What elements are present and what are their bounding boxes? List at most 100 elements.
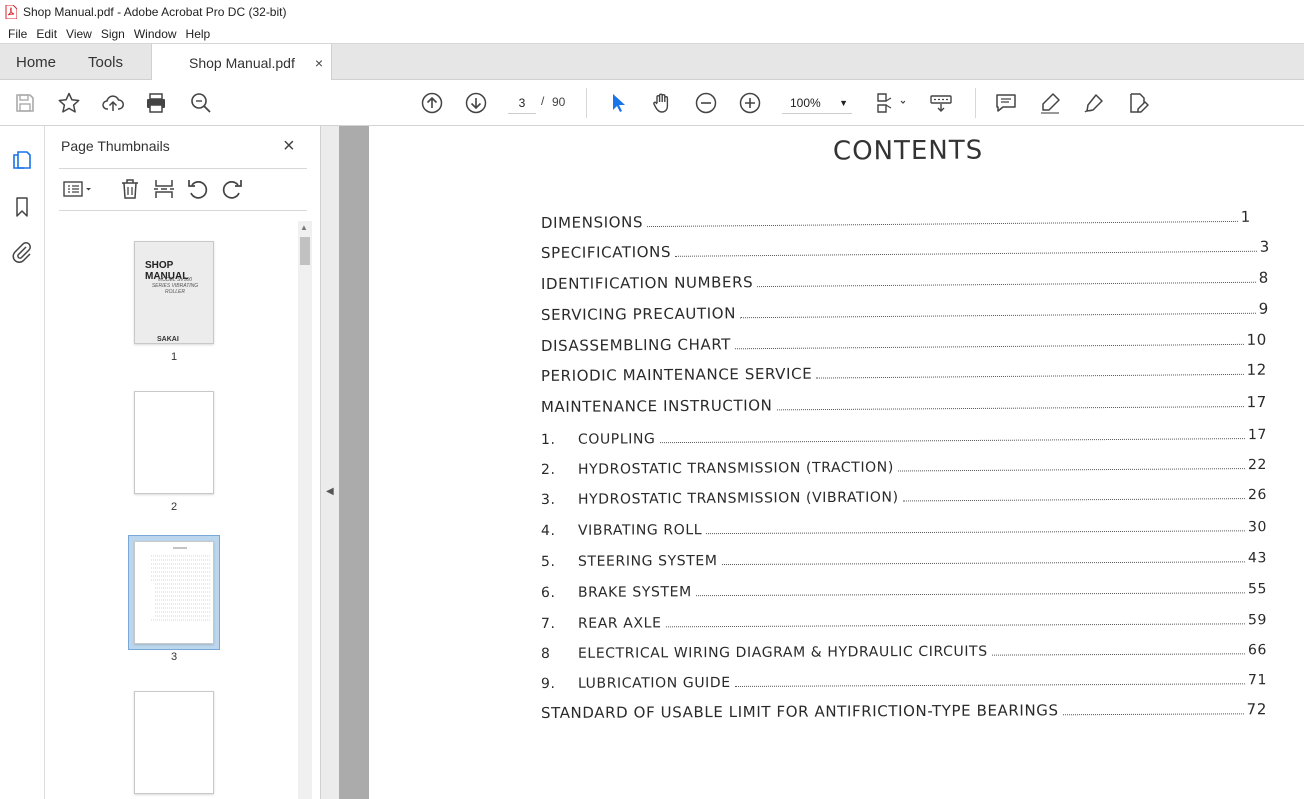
toc-entry: 4. VIBRATING ROLL 30 bbox=[541, 515, 1267, 539]
save-button[interactable] bbox=[12, 90, 38, 116]
thumbnail-options-button[interactable] bbox=[59, 176, 95, 202]
scroll-up-arrow-icon[interactable]: ▲ bbox=[300, 223, 308, 232]
thumbnail-cover-subtitle: MODEL SV500 SERIES VIBRATING ROLLER bbox=[151, 277, 199, 295]
toc-leader bbox=[721, 561, 1245, 566]
menu-file[interactable]: File bbox=[8, 27, 27, 41]
highlighter-pen-icon bbox=[1041, 93, 1060, 114]
toc-leader bbox=[776, 406, 1244, 411]
select-tool-button[interactable] bbox=[605, 90, 631, 116]
current-page-input[interactable]: 3 bbox=[508, 92, 536, 114]
toc-page: 30 bbox=[1247, 519, 1267, 536]
toc-entry: 5. STEERING SYSTEM 43 bbox=[541, 546, 1267, 570]
toc-number: 1. bbox=[540, 431, 556, 448]
acrobat-pdf-icon bbox=[5, 5, 17, 19]
toc-page: 12 bbox=[1246, 360, 1267, 379]
page-split-icon bbox=[154, 180, 174, 198]
toc-page: 17 bbox=[1246, 392, 1267, 412]
toc-text: SPECIFICATIONS bbox=[540, 242, 672, 262]
menu-help[interactable]: Help bbox=[186, 27, 211, 41]
thumbnail-page-3-preview bbox=[151, 547, 211, 621]
thumbnail-page-4[interactable] bbox=[134, 691, 214, 794]
attachments-button[interactable] bbox=[9, 239, 35, 265]
pages-icon bbox=[13, 151, 31, 169]
extract-pages-button[interactable] bbox=[151, 176, 177, 202]
menu-window[interactable]: Window bbox=[134, 27, 177, 41]
menu-edit[interactable]: Edit bbox=[36, 27, 57, 41]
toc-page: 72 bbox=[1246, 700, 1267, 719]
cloud-upload-icon bbox=[102, 95, 124, 111]
thumbnail-page-1[interactable]: SHOP MANUAL MODEL SV500 SERIES VIBRATING… bbox=[134, 241, 214, 344]
tab-tools[interactable]: Tools bbox=[88, 44, 123, 80]
toc-entry: 7. REAR AXLE 59 bbox=[541, 608, 1267, 632]
hand-tool-button[interactable] bbox=[649, 90, 675, 116]
toc-text: SERVICING PRECAUTION bbox=[540, 304, 737, 324]
previous-page-button[interactable] bbox=[419, 90, 445, 116]
thumbnail-cover-brand: SAKAI bbox=[157, 336, 179, 343]
toc-page: 55 bbox=[1247, 581, 1267, 598]
toc-entry: DISASSEMBLING CHART 10 bbox=[541, 329, 1267, 355]
cursor-arrow-icon bbox=[613, 94, 625, 112]
rotate-counterclockwise-button[interactable] bbox=[185, 176, 211, 202]
list-options-icon bbox=[63, 181, 91, 197]
pdf-page: CONTENTS DIMENSIONS 1 SPECIFICATIONS 3 IDE… bbox=[369, 126, 1304, 799]
plus-circle-icon bbox=[739, 92, 761, 114]
bookmarks-button[interactable] bbox=[9, 194, 35, 220]
menu-bar: File Edit View Sign Window Help bbox=[0, 24, 1304, 43]
toc-entry: STANDARD OF USABLE LIMIT FOR ANTIFRICTIO… bbox=[541, 698, 1267, 722]
toc-number: 3. bbox=[540, 491, 556, 508]
fill-sign-button[interactable] bbox=[1125, 90, 1151, 116]
highlight-button[interactable] bbox=[1037, 90, 1063, 116]
thumbnail-page-3[interactable] bbox=[134, 541, 214, 644]
toc-text: DIMENSIONS bbox=[540, 213, 644, 232]
panel-close-button[interactable]: × bbox=[283, 135, 295, 158]
page-thumbnails-panel: Page Thumbnails × SHOP MANUAL MODEL SV50… bbox=[45, 126, 321, 799]
zoom-in-button[interactable] bbox=[737, 90, 763, 116]
toolbar-divider-2 bbox=[975, 88, 976, 118]
hand-icon bbox=[653, 93, 669, 113]
draw-button[interactable] bbox=[1081, 90, 1107, 116]
page-heading: CONTENTS bbox=[832, 135, 984, 167]
toc-text: REAR AXLE bbox=[577, 615, 662, 632]
menu-sign[interactable]: Sign bbox=[101, 27, 125, 41]
zoom-out-button[interactable] bbox=[693, 90, 719, 116]
share-upload-button[interactable] bbox=[100, 90, 126, 116]
collapse-panel-arrow-icon[interactable]: ◀ bbox=[326, 486, 334, 497]
toc-leader bbox=[991, 653, 1245, 656]
toc-entry: 9. LUBRICATION GUIDE 71 bbox=[541, 668, 1267, 692]
thumbnail-label-2: 2 bbox=[170, 501, 178, 513]
toc-page: 43 bbox=[1247, 550, 1267, 567]
title-bar: Shop Manual.pdf - Adobe Acrobat Pro DC (… bbox=[0, 0, 1304, 24]
tab-close-button[interactable]: × bbox=[315, 55, 323, 71]
panel-splitter[interactable]: ◀ bbox=[321, 126, 339, 799]
page-count: 90 bbox=[552, 95, 566, 109]
tab-home[interactable]: Home bbox=[16, 44, 56, 80]
comment-button[interactable] bbox=[993, 90, 1019, 116]
scrolling-mode-button[interactable] bbox=[928, 90, 954, 116]
print-button[interactable] bbox=[143, 90, 169, 116]
search-button[interactable] bbox=[188, 90, 214, 116]
zoom-level-select[interactable]: 100% ▼ bbox=[782, 92, 852, 114]
tab-document[interactable]: Shop Manual.pdf × bbox=[151, 44, 332, 81]
page-thumbnails-button[interactable] bbox=[9, 146, 35, 172]
rotate-clockwise-button[interactable] bbox=[219, 176, 245, 202]
page-display-button[interactable] bbox=[872, 90, 908, 116]
star-icon bbox=[58, 92, 80, 113]
thumbnail-page-2[interactable] bbox=[134, 391, 214, 494]
bookmark-star-button[interactable] bbox=[56, 90, 82, 116]
toc-text: BRAKE SYSTEM bbox=[577, 584, 692, 601]
toc-entry: IDENTIFICATION NUMBERS 8 bbox=[541, 267, 1269, 293]
menu-view[interactable]: View bbox=[66, 27, 92, 41]
page-separator: / bbox=[541, 94, 545, 108]
next-page-button[interactable] bbox=[463, 90, 489, 116]
delete-pages-button[interactable] bbox=[117, 176, 143, 202]
toc-page: 10 bbox=[1246, 330, 1267, 349]
zoom-level-value: 100% bbox=[790, 96, 821, 110]
search-zoom-icon bbox=[191, 93, 211, 113]
toc-text: IDENTIFICATION NUMBERS bbox=[540, 273, 754, 293]
toc-page: 66 bbox=[1247, 642, 1267, 659]
page-layout-icon bbox=[877, 93, 905, 113]
thumbnail-scrollbar[interactable]: ▲ bbox=[298, 221, 312, 799]
scrollbar-thumb[interactable] bbox=[300, 237, 310, 265]
toc-entry: 1. COUPLING 17 bbox=[541, 423, 1267, 448]
toc-entry: 6. BRAKE SYSTEM 55 bbox=[541, 577, 1267, 601]
